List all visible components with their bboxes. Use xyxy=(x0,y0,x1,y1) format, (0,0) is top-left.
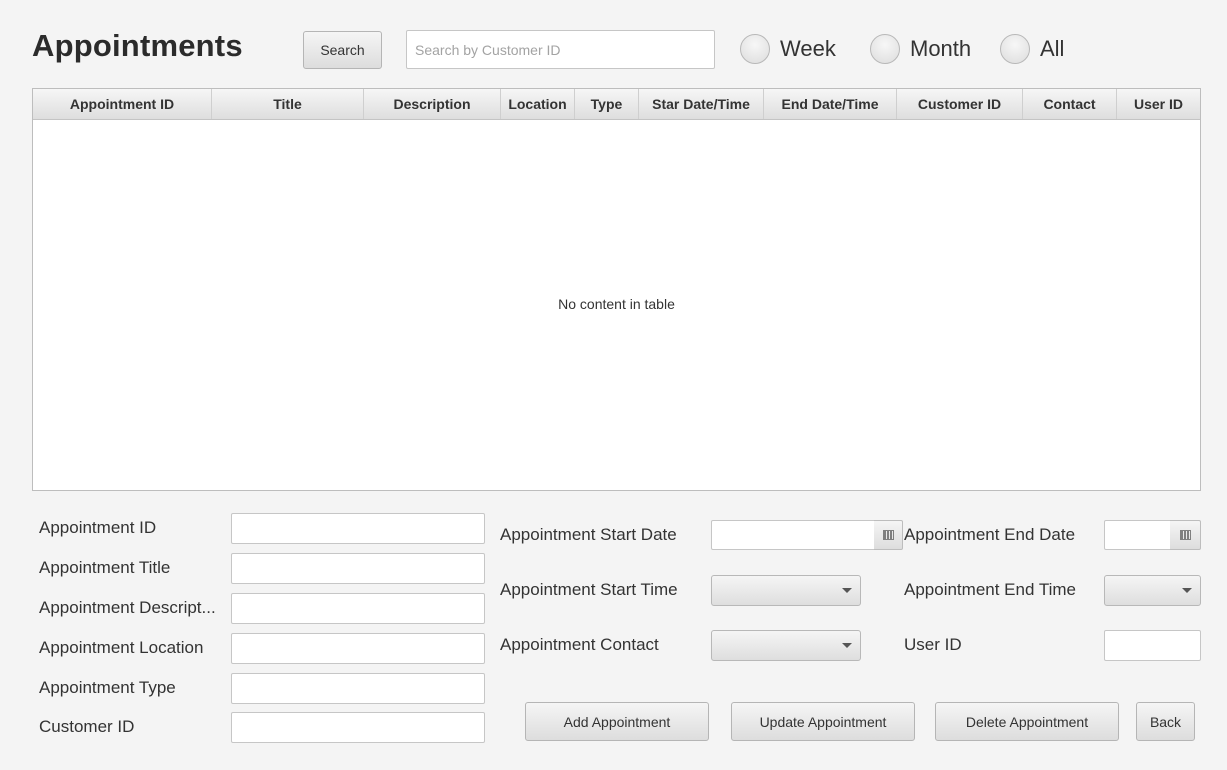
user-id-label: User ID xyxy=(904,635,962,654)
filter-month[interactable]: Month xyxy=(870,33,971,65)
radio-all[interactable] xyxy=(1000,34,1030,64)
appointment-location-field[interactable] xyxy=(231,633,485,664)
calendar-icon xyxy=(1179,530,1191,540)
appointment-id-field[interactable] xyxy=(231,513,485,544)
search-placeholder: Search by Customer ID xyxy=(415,41,561,58)
appointment-description-field[interactable] xyxy=(231,593,485,624)
filter-all[interactable]: All xyxy=(1000,33,1064,65)
end-date-picker-button[interactable] xyxy=(1170,520,1201,550)
column-header-appointment-id[interactable]: Appointment ID xyxy=(33,89,212,119)
update-appointment-button[interactable]: Update Appointment xyxy=(731,702,915,741)
filter-month-label: Month xyxy=(910,36,972,61)
end-time-label: Appointment End Time xyxy=(904,580,1076,599)
column-header-type[interactable]: Type xyxy=(575,89,639,119)
appointment-type-label: Appointment Type xyxy=(39,678,176,697)
appointment-type-field[interactable] xyxy=(231,673,485,704)
start-date-label: Appointment Start Date xyxy=(500,525,677,544)
back-button[interactable]: Back xyxy=(1136,702,1195,741)
column-header-location[interactable]: Location xyxy=(501,89,575,119)
user-id-field[interactable] xyxy=(1104,630,1201,661)
end-date-label: Appointment End Date xyxy=(904,525,1076,544)
add-appointment-button[interactable]: Add Appointment xyxy=(525,702,709,741)
chevron-down-icon xyxy=(842,588,852,593)
appointment-location-label: Appointment Location xyxy=(39,638,204,657)
search-button[interactable]: Search xyxy=(303,31,382,69)
customer-id-label: Customer ID xyxy=(39,717,135,736)
chevron-down-icon xyxy=(1182,588,1192,593)
column-header-description[interactable]: Description xyxy=(364,89,501,119)
table-empty-message: No content in table xyxy=(558,296,675,312)
customer-id-field[interactable] xyxy=(231,712,485,743)
appointment-description-label: Appointment Descript... xyxy=(39,598,216,617)
column-header-title[interactable]: Title xyxy=(212,89,364,119)
start-date-field[interactable] xyxy=(711,520,875,550)
radio-week[interactable] xyxy=(740,34,770,64)
column-header-customer-id[interactable]: Customer ID xyxy=(897,89,1023,119)
appointment-title-label: Appointment Title xyxy=(39,558,171,577)
start-time-select[interactable] xyxy=(711,575,861,606)
search-input[interactable]: Search by Customer ID xyxy=(406,30,715,69)
column-header-start-datetime[interactable]: Star Date/Time xyxy=(639,89,764,119)
start-time-label: Appointment Start Time xyxy=(500,580,678,599)
appointment-title-field[interactable] xyxy=(231,553,485,584)
filter-week[interactable]: Week xyxy=(740,33,836,65)
delete-appointment-button[interactable]: Delete Appointment xyxy=(935,702,1119,741)
calendar-icon xyxy=(882,530,894,540)
column-header-user-id[interactable]: User ID xyxy=(1117,89,1200,119)
contact-select[interactable] xyxy=(711,630,861,661)
end-date-field[interactable] xyxy=(1104,520,1171,550)
column-header-contact[interactable]: Contact xyxy=(1023,89,1117,119)
end-time-select[interactable] xyxy=(1104,575,1201,606)
radio-month[interactable] xyxy=(870,34,900,64)
chevron-down-icon xyxy=(842,643,852,648)
filter-week-label: Week xyxy=(780,36,836,61)
appointment-id-label: Appointment ID xyxy=(39,518,157,537)
table-header: Appointment ID Title Description Locatio… xyxy=(33,89,1200,120)
appointments-table[interactable]: Appointment ID Title Description Locatio… xyxy=(32,88,1201,491)
start-date-picker-button[interactable] xyxy=(874,520,903,550)
page-title: Appointments xyxy=(32,28,243,63)
contact-label: Appointment Contact xyxy=(500,635,659,654)
filter-all-label: All xyxy=(1040,36,1065,61)
column-header-end-datetime[interactable]: End Date/Time xyxy=(764,89,897,119)
